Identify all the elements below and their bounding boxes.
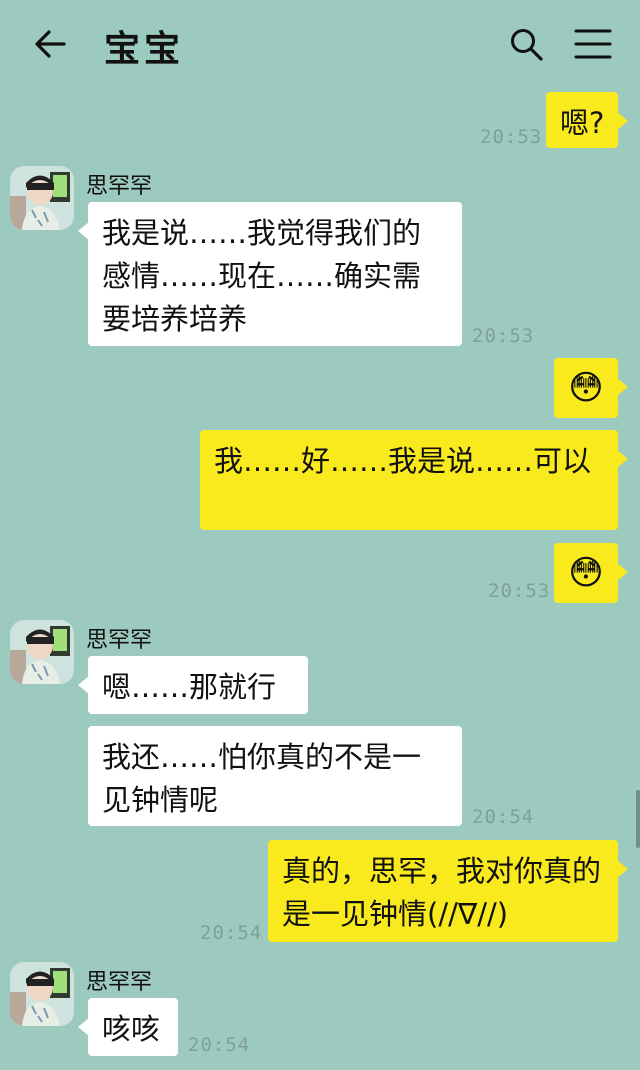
contact-avatar-image xyxy=(10,962,74,1026)
message-timestamp: 20:53 xyxy=(472,325,535,347)
arrow-left-icon[interactable] xyxy=(32,26,68,62)
message-text: 嗯? xyxy=(560,106,605,140)
sender-name: 思罕罕 xyxy=(86,174,153,199)
outgoing-message-bubble[interactable]: 真的，思罕，我对你真的是一见钟情(//∇//) xyxy=(268,840,628,942)
contact-avatar-image xyxy=(10,166,74,230)
contact-avatar-image xyxy=(10,620,74,684)
outgoing-emoji-bubble[interactable]: 😳 xyxy=(554,358,628,418)
outgoing-message-bubble[interactable]: 我……好……我是说……可以 xyxy=(200,430,628,530)
chat-header: 宝宝 xyxy=(0,0,640,88)
hamburger-menu-icon[interactable] xyxy=(574,28,612,60)
message-timestamp: 20:53 xyxy=(488,580,551,602)
avatar[interactable] xyxy=(10,620,74,684)
search-icon[interactable] xyxy=(508,26,544,62)
avatar[interactable] xyxy=(10,962,74,1026)
incoming-message-bubble[interactable]: 我是说……我觉得我们的感情……现在……确实需要培养培养 xyxy=(78,202,462,346)
flushed-face-icon: 😳 xyxy=(568,553,604,593)
incoming-message-bubble[interactable]: 嗯……那就行 xyxy=(78,656,308,714)
message-timestamp: 20:54 xyxy=(188,1034,251,1056)
message-text: 真的，思罕，我对你真的是一见钟情(//∇//) xyxy=(282,854,602,931)
message-timestamp: 20:54 xyxy=(472,806,535,828)
message-text: 我是说……我觉得我们的感情……现在……确实需要培养培养 xyxy=(102,216,422,336)
chat-title: 宝宝 xyxy=(104,29,185,70)
outgoing-message-bubble[interactable]: 嗯? xyxy=(546,92,628,148)
message-text: 嗯……那就行 xyxy=(102,670,277,704)
outgoing-emoji-bubble[interactable]: 😳 xyxy=(554,543,628,603)
scrollbar-thumb[interactable] xyxy=(636,790,640,848)
incoming-message-bubble[interactable]: 咳咳 xyxy=(78,998,178,1056)
sender-name: 思罕罕 xyxy=(86,970,153,995)
incoming-message-bubble[interactable]: 我还……怕你真的不是一见钟情呢 xyxy=(88,726,462,826)
message-text: 我……好……我是说……可以 xyxy=(214,444,592,478)
message-text: 我还……怕你真的不是一见钟情呢 xyxy=(102,740,422,817)
message-text: 咳咳 xyxy=(102,1012,161,1046)
flushed-face-icon: 😳 xyxy=(568,368,604,408)
message-timestamp: 20:53 xyxy=(480,126,543,148)
message-timestamp: 20:54 xyxy=(200,922,263,944)
sender-name: 思罕罕 xyxy=(86,628,153,653)
avatar[interactable] xyxy=(10,166,74,230)
